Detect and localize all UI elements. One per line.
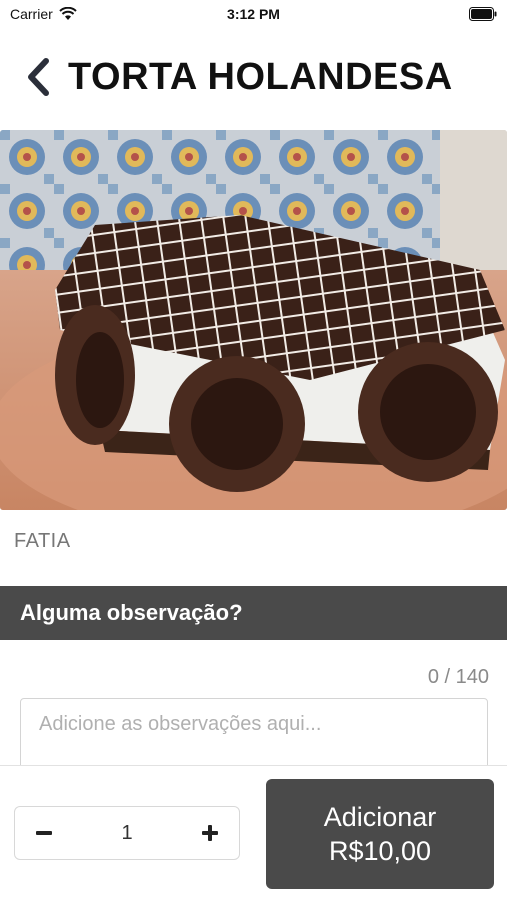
add-button-label: Adicionar — [323, 802, 437, 832]
plus-icon — [202, 825, 218, 841]
minus-icon — [36, 831, 52, 835]
observation-section-header: Alguma observação? — [0, 586, 507, 640]
increase-quantity-button[interactable] — [195, 818, 225, 848]
observation-input[interactable] — [20, 698, 488, 770]
cake-photo — [0, 130, 507, 510]
observation-title: Alguma observação? — [20, 600, 243, 625]
bottom-bar: 1 Adicionar R$10,00 — [0, 765, 507, 900]
status-bar: Carrier 3:12 PM — [0, 0, 507, 30]
quantity-stepper: 1 — [14, 806, 240, 860]
battery-icon — [469, 7, 497, 21]
page-title: TORTA HOLANDESA — [68, 55, 453, 98]
chevron-left-icon — [28, 58, 49, 96]
product-description: FATIA — [14, 530, 71, 552]
product-image — [0, 130, 507, 510]
add-button-price: R$10,00 — [328, 836, 432, 866]
quantity-value: 1 — [121, 821, 133, 844]
add-to-cart-button[interactable]: Adicionar R$10,00 — [266, 779, 494, 889]
back-button[interactable] — [8, 50, 68, 104]
nav-header: TORTA HOLANDESA — [0, 50, 507, 104]
status-time: 3:12 PM — [227, 6, 280, 22]
decrease-quantity-button[interactable] — [29, 818, 59, 848]
character-counter: 0 / 140 — [427, 666, 489, 688]
